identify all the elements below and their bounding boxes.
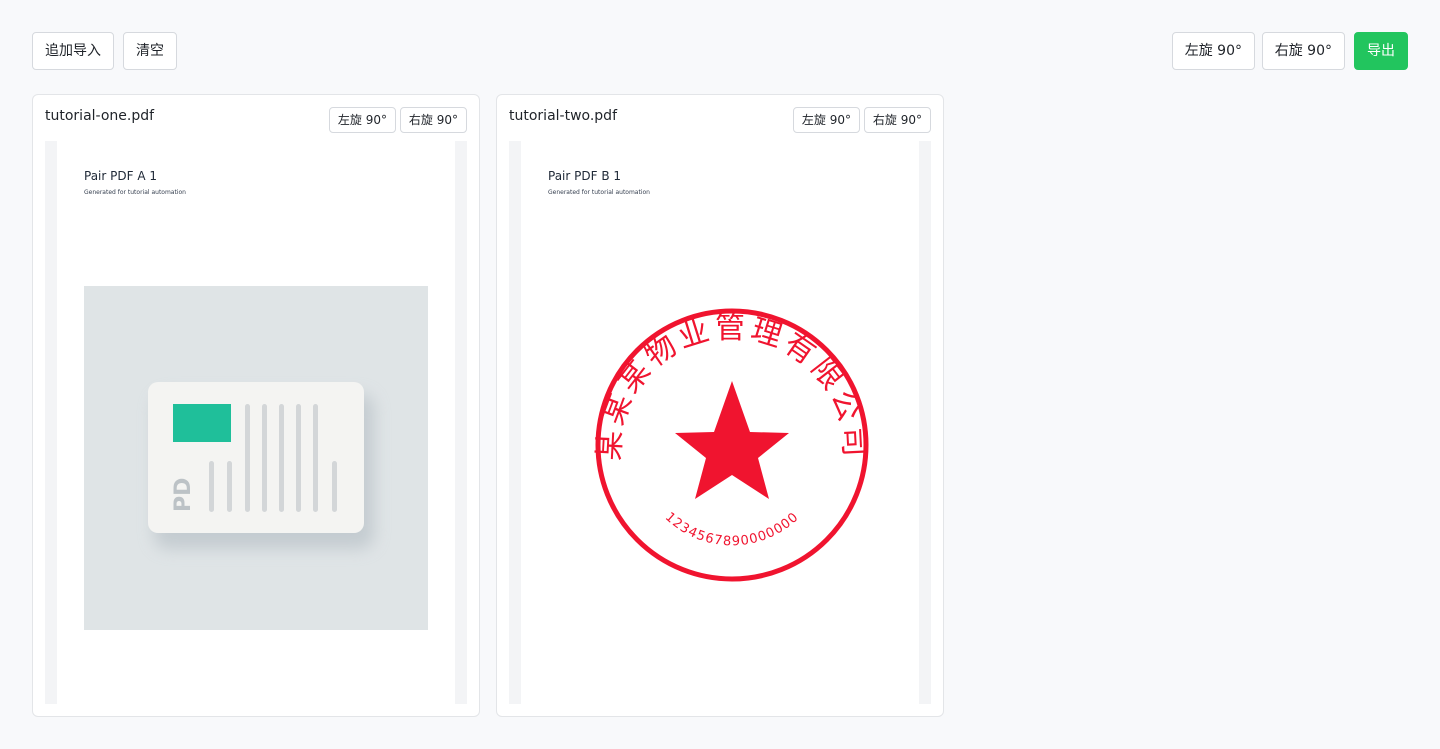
pdf-document-illustration: PD <box>84 286 428 630</box>
company-seal-stamp: 某某某物业管理有限公司 1234567890000000 <box>592 308 869 582</box>
pdf-file-icon: PD <box>84 286 428 630</box>
rotate-right-all-button[interactable]: 右旋 90° <box>1261 32 1345 70</box>
page-subtitle: Generated for tutorial automation <box>548 189 650 196</box>
export-button[interactable]: 导出 <box>1354 32 1408 70</box>
page-heading: Pair PDF A 1 <box>84 169 157 183</box>
rotate-left-all-button[interactable]: 左旋 90° <box>1171 32 1255 70</box>
clear-button[interactable]: 清空 <box>123 32 177 70</box>
page-preview-scroll[interactable]: Pair PDF B 1 Generated for tutorial auto… <box>509 141 931 704</box>
page-heading: Pair PDF B 1 <box>548 169 622 183</box>
file-rotate-left-button[interactable]: 左旋 90° <box>328 107 396 133</box>
star-icon <box>675 381 789 499</box>
file-rotate-right-button[interactable]: 右旋 90° <box>863 107 931 133</box>
file-rotate-left-button[interactable]: 左旋 90° <box>792 107 860 133</box>
file-card: tutorial-two.pdf 左旋 90° 右旋 90° Pair PDF … <box>496 94 944 717</box>
page-subtitle: Generated for tutorial automation <box>84 189 186 196</box>
file-rotate-right-button[interactable]: 右旋 90° <box>399 107 467 133</box>
pdf-page-thumbnail: Pair PDF A 1 Generated for tutorial auto… <box>57 141 455 704</box>
illustration-label: PD <box>171 478 196 512</box>
toolbar: 追加导入 清空 左旋 90° 右旋 90° 导出 <box>32 32 1408 70</box>
page-preview-scroll[interactable]: Pair PDF A 1 Generated for tutorial auto… <box>45 141 467 704</box>
file-name: tutorial-one.pdf <box>45 108 155 124</box>
pdf-page-thumbnail: Pair PDF B 1 Generated for tutorial auto… <box>521 141 919 704</box>
file-card: tutorial-one.pdf 左旋 90° 右旋 90° Pair PDF … <box>32 94 480 717</box>
seal-number: 1234567890000000 <box>662 510 802 550</box>
append-import-button[interactable]: 追加导入 <box>32 32 114 70</box>
file-name: tutorial-two.pdf <box>509 108 617 124</box>
